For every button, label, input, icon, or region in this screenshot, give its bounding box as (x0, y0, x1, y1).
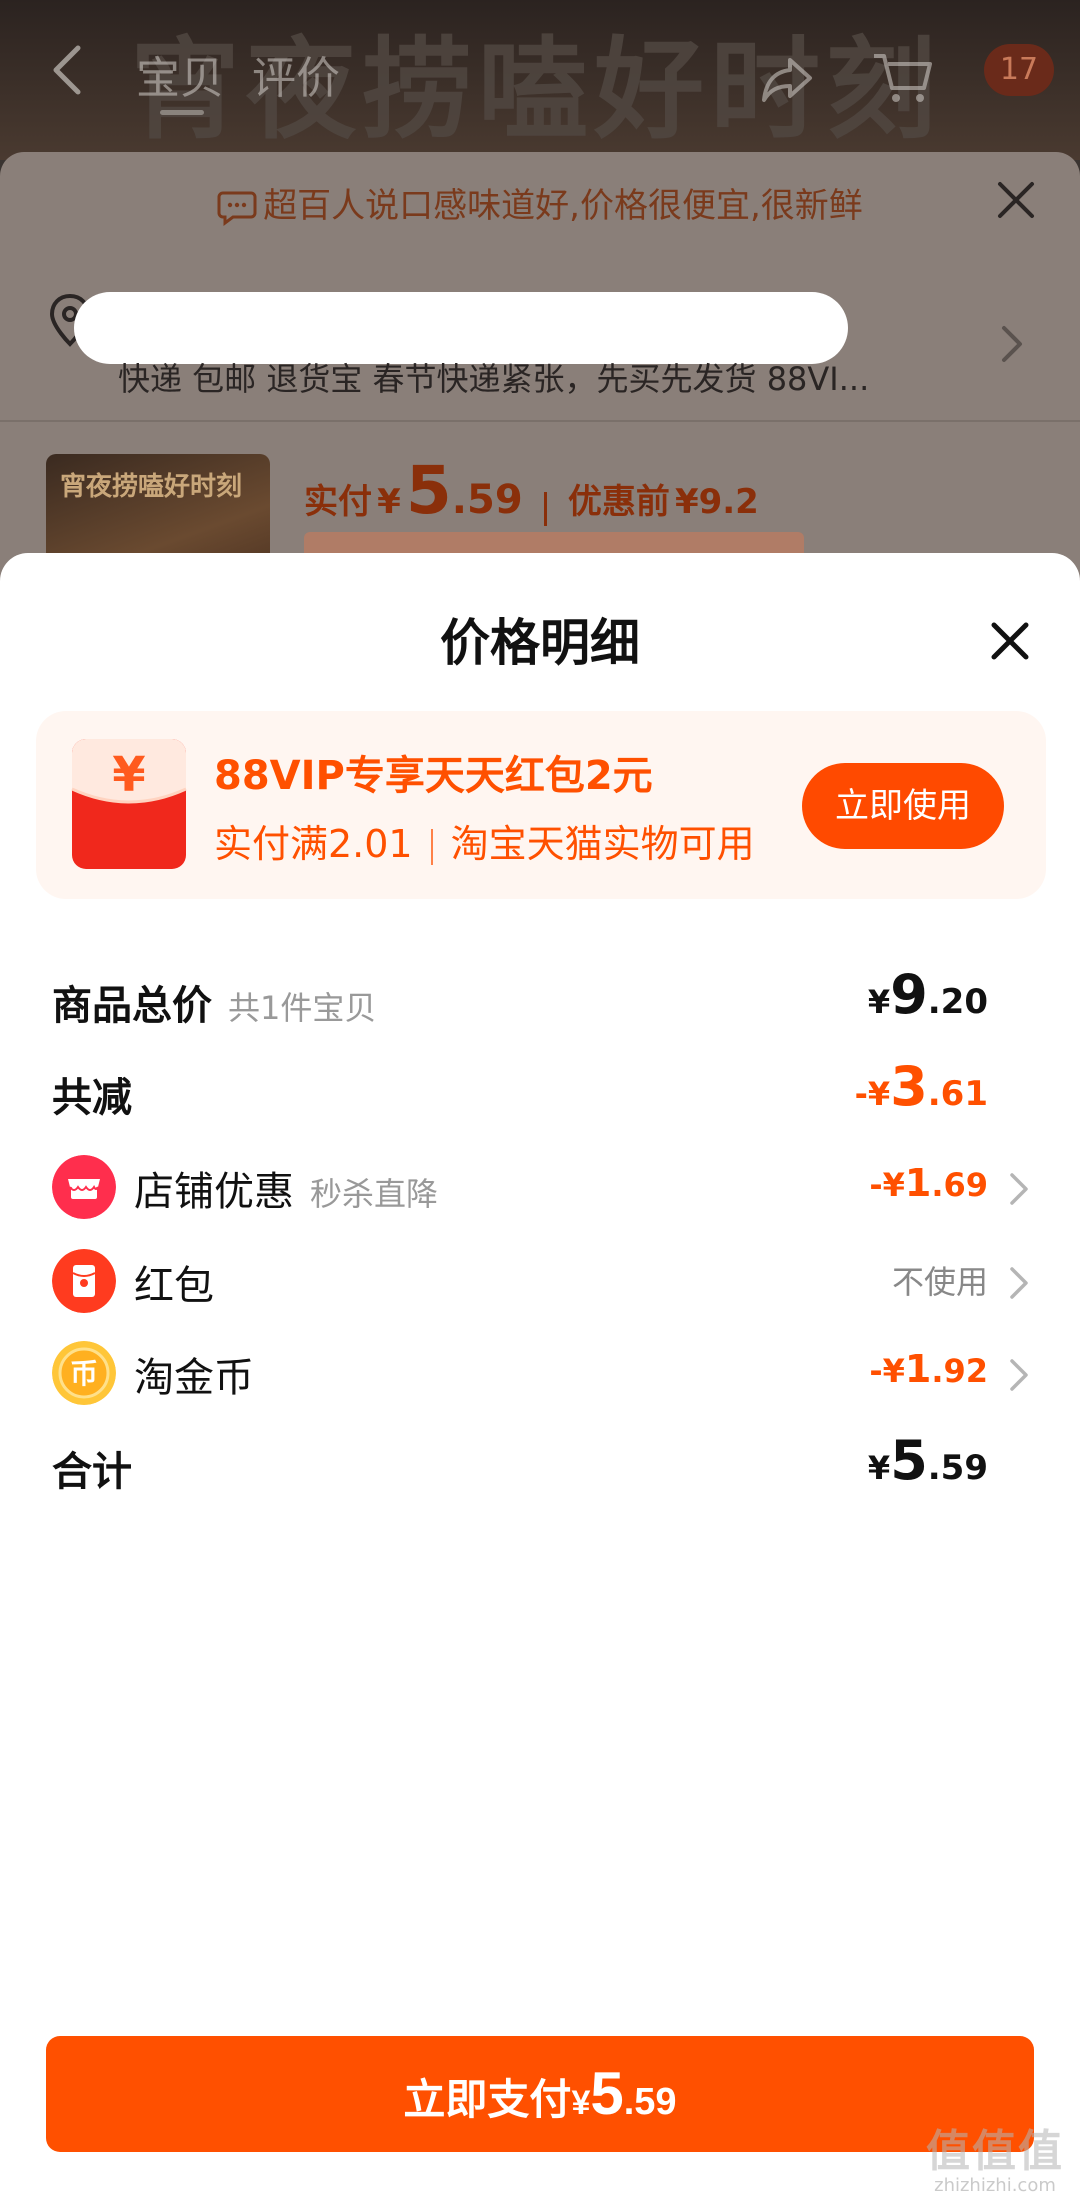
row-sum: 合计 ¥5.59 (0, 1429, 1080, 1509)
chevron-right-icon (1010, 1267, 1028, 1299)
vip-condition-scope: 淘宝天猫实物可用 (450, 822, 755, 866)
vip-separator (430, 828, 433, 865)
chevron-right-icon (1010, 1173, 1028, 1205)
red-packet-label: 红包 (134, 1263, 214, 1309)
top-navigation: 宝贝 评价 17 (0, 20, 1080, 130)
vip-title: 88VIP专享天天红包2元 (214, 753, 653, 799)
watermark: 值值值 zhizhizhi.com (926, 2115, 1064, 2196)
sheet-title: 价格明细 (440, 614, 640, 672)
promo-banner: 超百人说口感味道好,价格很便宜,很新鲜 (0, 160, 1080, 252)
taojinbi-label: 淘金币 (134, 1355, 254, 1401)
shop-discount-label: 店铺优惠 (134, 1169, 294, 1215)
address-row[interactable]: 快递 包邮 退货宝 春节快递紧张，先买先发货 88VI... (0, 262, 1080, 422)
price-before-label: 优惠前 (567, 482, 670, 522)
vip-conditions: 实付满2.01 淘宝天猫实物可用 (214, 813, 755, 868)
sum-amount: ¥5.59 (867, 1429, 988, 1492)
vip-condition-threshold: 实付满2.01 (214, 822, 413, 866)
price-int: 5 (405, 452, 452, 529)
price-dec: .59 (451, 477, 523, 523)
chevron-right-icon (1002, 326, 1022, 362)
cart-count-badge: 17 (984, 44, 1054, 96)
back-arrow-icon[interactable] (48, 40, 88, 100)
delivery-tags: 快递 包邮 退货宝 春节快递紧张，先买先发货 88VI... (118, 360, 870, 398)
watermark-main: 值值值 (926, 2126, 1064, 2177)
chat-bubble-icon (217, 191, 257, 226)
pay-now-button[interactable]: 立即支付¥5.59 (46, 2036, 1034, 2152)
close-icon[interactable] (990, 621, 1030, 661)
red-packet-value: 不使用 (891, 1263, 988, 1301)
tab-baobei[interactable]: 宝贝 (136, 42, 224, 106)
tab-underline (160, 110, 204, 115)
discount-label: 共减 (52, 1075, 132, 1121)
watermark-url: zhizhizhi.com (934, 2175, 1056, 2196)
chevron-right-icon (1010, 1359, 1028, 1391)
discount-amount: -¥3.61 (854, 1055, 988, 1118)
envelope-symbol: ¥ (112, 747, 145, 803)
red-envelope-icon: ¥ (71, 739, 187, 869)
cart-icon[interactable] (870, 50, 934, 106)
total-label: 商品总价 (52, 983, 212, 1029)
divider (0, 420, 1080, 422)
gold-coin-icon: 币 (52, 1341, 116, 1405)
taojinbi-amount: -¥1.92 (869, 1347, 988, 1391)
shop-icon (52, 1155, 116, 1219)
product-thumbnail-text: 宵夜捞嗑好时刻 (60, 472, 243, 502)
shop-discount-amount: -¥1.69 (869, 1161, 988, 1205)
share-icon[interactable] (760, 50, 816, 106)
total-amount: ¥9.20 (867, 963, 988, 1026)
item-count: 共1件宝贝 (228, 989, 377, 1027)
row-label: 店铺优惠 秒杀直降 (134, 1159, 438, 1217)
red-packet-icon (52, 1249, 116, 1313)
tab-pingjia[interactable]: 评价 (252, 42, 340, 106)
price-label: 实付 (304, 482, 372, 522)
price-currency: ¥ (377, 482, 401, 522)
close-icon[interactable] (994, 178, 1038, 222)
price-detail-sheet: 价格明细 ¥ 88VIP专享天天红包2元 实付满2.01 淘宝天猫实物可用 立即使… (0, 553, 1080, 2197)
sum-label: 合计 (52, 1449, 132, 1495)
row-total-discount: 共减 -¥3.61 (0, 1055, 1080, 1135)
promo-text: 超百人说口感味道好,价格很便宜,很新鲜 (263, 186, 863, 226)
row-red-packet[interactable]: 红包 不使用 (0, 1243, 1080, 1323)
coin-symbol: 币 (70, 1357, 98, 1390)
row-total-price: 商品总价 共1件宝贝 ¥9.20 (0, 963, 1080, 1043)
row-taojinbi[interactable]: 币 淘金币 -¥1.92 (0, 1335, 1080, 1415)
use-now-button[interactable]: 立即使用 (802, 763, 1004, 849)
background-price: 实付 ¥ 5.59 优惠前 ¥9.2 (304, 452, 759, 529)
row-label: 商品总价 共1件宝贝 (52, 973, 376, 1031)
price-separator (543, 491, 547, 526)
vip-red-packet-card: ¥ 88VIP专享天天红包2元 实付满2.01 淘宝天猫实物可用 立即使用 (36, 711, 1046, 899)
shop-discount-sub: 秒杀直降 (310, 1175, 439, 1213)
row-shop-discount[interactable]: 店铺优惠 秒杀直降 -¥1.69 (0, 1149, 1080, 1229)
price-before-value: ¥9.2 (674, 482, 759, 522)
